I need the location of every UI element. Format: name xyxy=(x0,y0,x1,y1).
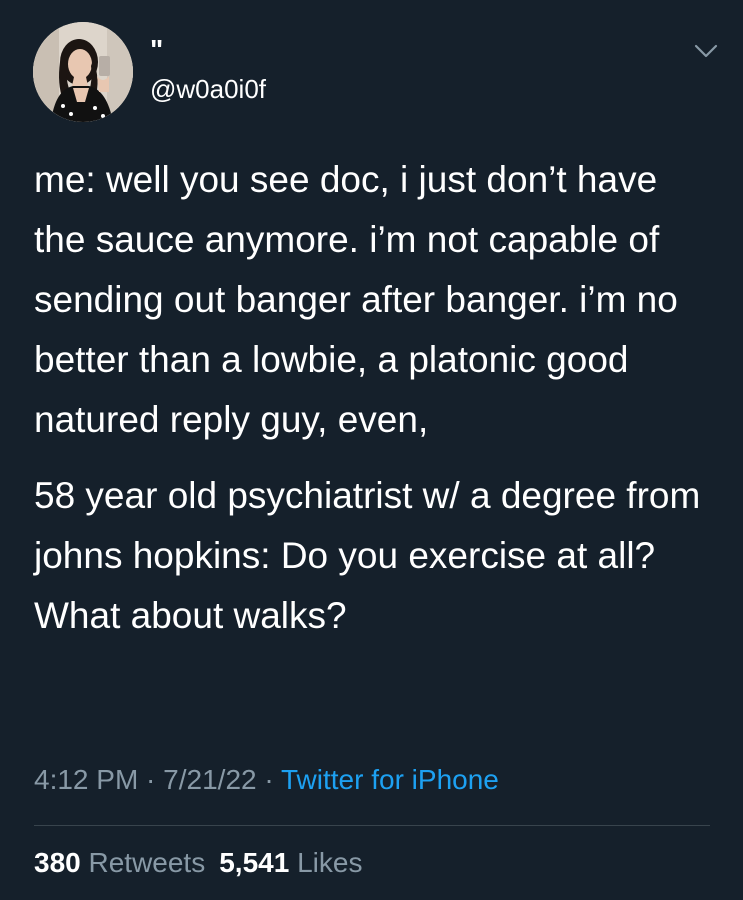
engagement-stats: 380 Retweets 5,541 Likes xyxy=(34,847,362,879)
tweet-time[interactable]: 4:12 PM xyxy=(34,764,138,795)
tweet-metadata: 4:12 PM · 7/21/22 · Twitter for iPhone xyxy=(34,764,499,796)
tweet-date[interactable]: 7/21/22 xyxy=(163,764,256,795)
display-name[interactable]: " xyxy=(150,34,164,66)
avatar[interactable] xyxy=(33,22,133,122)
meta-separator: · xyxy=(138,764,164,795)
tweet-paragraph: me: well you see doc, i just don’t have … xyxy=(34,159,678,440)
tweet-paragraph: 58 year old psychiatrist w/ a degree fro… xyxy=(34,475,701,636)
profile-photo xyxy=(33,22,133,122)
tweet-header: " @w0a0i0f xyxy=(33,22,723,122)
username-handle[interactable]: @w0a0i0f xyxy=(150,74,266,105)
retweets-count: 380 xyxy=(34,847,81,878)
chevron-down-icon[interactable] xyxy=(689,34,723,68)
retweets-label: Retweets xyxy=(80,847,206,878)
retweets-stat[interactable]: 380 Retweets xyxy=(34,847,205,878)
meta-separator: · xyxy=(256,764,281,795)
tweet-source-link[interactable]: Twitter for iPhone xyxy=(281,764,499,795)
likes-count: 5,541 xyxy=(219,847,290,878)
likes-stat[interactable]: 5,541 Likes xyxy=(219,847,362,878)
tweet-text: me: well you see doc, i just don’t have … xyxy=(34,150,714,646)
tweet-card: " @w0a0i0f me: well you see doc, i just … xyxy=(0,0,743,900)
likes-label: Likes xyxy=(289,847,363,878)
divider xyxy=(34,825,710,826)
